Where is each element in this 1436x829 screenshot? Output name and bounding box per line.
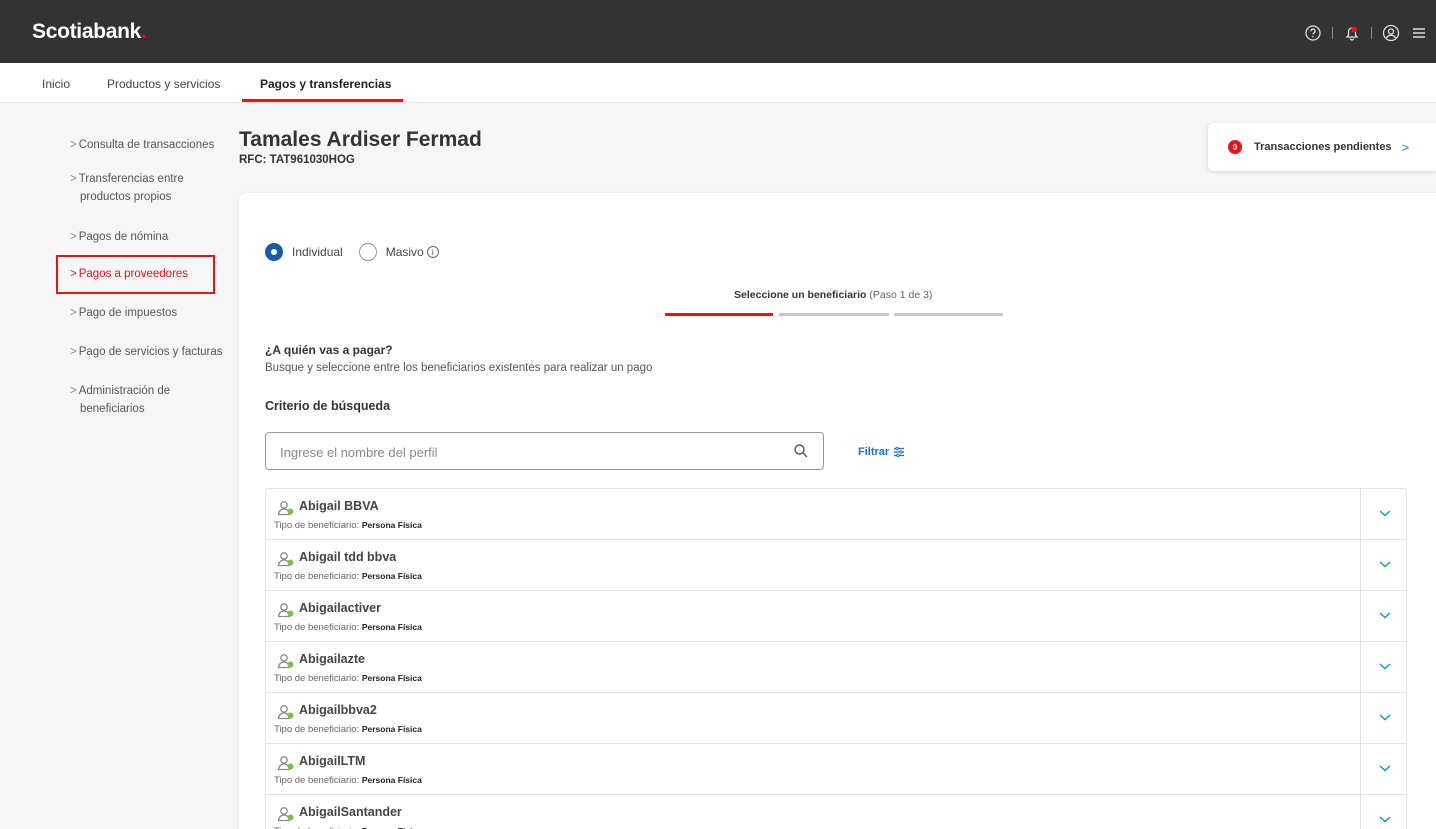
sidebar-item-pagos-proveedores[interactable]: > Pagos a proveedores (70, 265, 188, 283)
beneficiary-type: Tipo de beneficiario: Persona Física (274, 571, 422, 582)
company-rfc: RFC: TAT961030HOG (239, 154, 355, 166)
divider (1371, 27, 1372, 39)
info-icon[interactable]: i (426, 246, 439, 258)
pending-count-badge: 0 (1228, 140, 1242, 154)
beneficiary-type: Tipo de beneficiario: Persona Física (274, 520, 422, 531)
sidebar-item-pago-servicios-facturas[interactable]: > Pago de servicios y facturas (70, 343, 223, 361)
beneficiary-name: Abigailazte (299, 652, 365, 666)
stepper-segment-1 (665, 313, 773, 316)
nav-productos-servicios[interactable]: Productos y servicios (107, 77, 220, 91)
chevron-right-icon: > (1401, 139, 1410, 155)
stepper-segment-3 (894, 313, 1003, 316)
sidebar-item-consulta-transacciones[interactable]: > Consulta de transacciones (70, 136, 214, 154)
chevron-down-icon[interactable] (1377, 709, 1393, 725)
search-criteria-title: Criterio de búsqueda (265, 399, 391, 413)
chevron-down-icon[interactable] (1377, 556, 1393, 572)
sidebar-item-transferencias-propios[interactable]: > Transferencias entre productos propios (70, 170, 184, 206)
radio-individual[interactable] (265, 243, 283, 261)
divider (1360, 693, 1361, 744)
search-icon[interactable] (793, 443, 809, 459)
beneficiary-row[interactable]: Abigailbbva2 Tipo de beneficiario: Person… (266, 693, 1406, 744)
filter-button[interactable]: Filtrar (858, 446, 905, 458)
active-tab-indicator (242, 99, 403, 102)
divider (1360, 744, 1361, 795)
notification-bell-icon[interactable] (1343, 24, 1361, 42)
stepper-title: Seleccione un beneficiario (Paso 1 de 3) (734, 289, 933, 301)
help-icon[interactable] (1304, 24, 1322, 42)
main-nav: Inicio Productos y servicios Pagos y tra… (0, 63, 1436, 103)
filter-icon (894, 447, 905, 457)
chevron-down-icon[interactable] (1377, 505, 1393, 521)
divider (1360, 489, 1361, 540)
beneficiary-row[interactable]: Abigail BBVA Tipo de beneficiario: Person… (266, 489, 1406, 540)
search-input[interactable] (280, 442, 780, 462)
question-title: ¿A quién vas a pagar? (265, 343, 393, 357)
nav-pagos-transferencias[interactable]: Pagos y transferencias (260, 77, 391, 91)
beneficiary-name: AbigailLTM (299, 754, 366, 768)
stepper-segment-2 (779, 313, 889, 316)
beneficiary-row[interactable]: AbigailLTM Tipo de beneficiario: Persona … (266, 744, 1406, 795)
divider (1360, 642, 1361, 693)
beneficiary-row[interactable]: Abigailazte Tipo de beneficiario: Persona… (266, 642, 1406, 693)
divider (1360, 540, 1361, 591)
beneficiary-type: Tipo de beneficiario: Persona Física (274, 724, 422, 735)
pending-transactions-button[interactable]: 0 Transacciones pendientes > (1208, 123, 1436, 171)
scotiabank-logo[interactable]: Scotiabank. (32, 20, 147, 44)
search-box (265, 432, 824, 470)
user-icon (277, 654, 294, 669)
sidebar-item-administracion-beneficiarios[interactable]: > Administración de beneficiarios (70, 382, 170, 418)
beneficiary-row[interactable]: Abigailactiver Tipo de beneficiario: Pers… (266, 591, 1406, 642)
top-bar: Scotiabank. (0, 0, 1436, 63)
user-account-icon[interactable] (1382, 24, 1400, 42)
beneficiary-name: AbigailSantander (299, 805, 402, 819)
filter-label: Filtrar (858, 446, 890, 458)
menu-icon[interactable] (1410, 24, 1428, 42)
sidebar-item-pagos-nomina[interactable]: > Pagos de nómina (70, 228, 168, 246)
sidebar-item-pago-impuestos[interactable]: > Pago de impuestos (70, 304, 177, 322)
radio-individual-label[interactable]: Individual (292, 245, 343, 259)
radio-masivo-label[interactable]: Masivo (386, 245, 424, 259)
beneficiary-name: Abigailactiver (299, 601, 381, 615)
beneficiary-row[interactable]: AbigailSantanderTipo de beneficiario: Pe… (266, 795, 1406, 829)
chevron-down-icon[interactable] (1377, 658, 1393, 674)
user-icon (277, 552, 294, 567)
user-icon (277, 603, 294, 618)
beneficiary-name: Abigail BBVA (299, 499, 379, 513)
user-icon (277, 807, 294, 822)
chevron-down-icon[interactable] (1377, 607, 1393, 623)
payment-mode-selector: Individual Masivo i (265, 243, 439, 261)
nav-inicio[interactable]: Inicio (42, 77, 70, 91)
beneficiary-type: Tipo de beneficiario: Persona Física (274, 775, 422, 786)
divider (1360, 591, 1361, 642)
question-subtitle: Busque y seleccione entre los beneficiar… (265, 362, 653, 374)
beneficiary-name: Abigail tdd bbva (299, 550, 397, 564)
pending-label: Transacciones pendientes (1254, 141, 1392, 153)
radio-masivo[interactable] (358, 243, 377, 261)
chevron-down-icon[interactable] (1377, 811, 1393, 827)
chevron-down-icon[interactable] (1377, 760, 1393, 776)
beneficiary-type: Tipo de beneficiario: Persona Física (274, 673, 422, 684)
user-icon (277, 501, 294, 516)
user-icon (277, 705, 294, 720)
company-name: Tamales Ardiser Fermad (239, 128, 482, 151)
divider (1332, 27, 1333, 39)
user-icon (277, 756, 294, 771)
beneficiary-name: Abigailbbva2 (299, 703, 377, 717)
beneficiary-list: Abigail BBVA Tipo de beneficiario: Person… (265, 488, 1407, 829)
divider (1360, 795, 1361, 829)
beneficiary-type: Tipo de beneficiario: Persona Física (274, 622, 422, 633)
beneficiary-row[interactable]: Abigail tdd bbva Tipo de beneficiario: Pe… (266, 540, 1406, 591)
